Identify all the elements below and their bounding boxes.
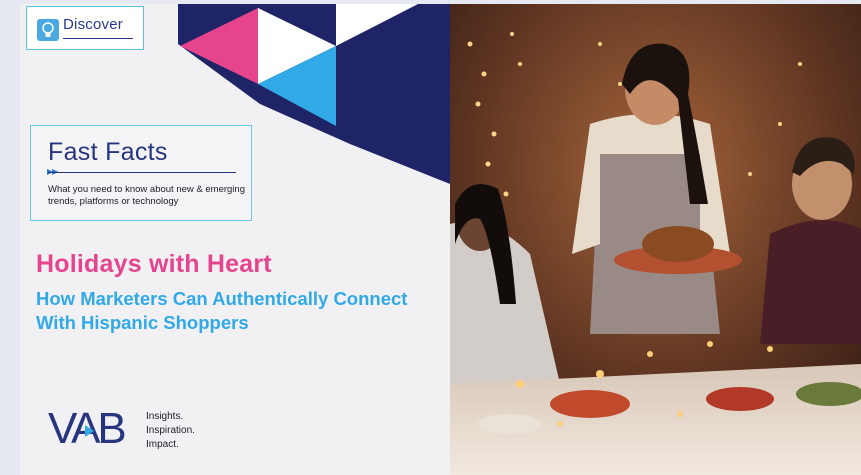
fast-facts-rule — [48, 172, 236, 173]
fast-facts-box: Fast Facts ▶▶ What you need to know abou… — [30, 125, 252, 221]
play-triangle-icon — [85, 425, 94, 437]
fast-facts-title: Fast Facts — [48, 138, 168, 166]
tagline-insights: Insights. — [146, 411, 184, 422]
tagline-impact: Impact. — [146, 439, 179, 450]
tagline-inspiration: Inspiration. — [146, 425, 195, 436]
holiday-dinner-photo — [450, 4, 861, 475]
headline-subtitle: How Marketers Can Authentically Connect … — [36, 288, 408, 333]
vab-tagline: Insights. Inspiration. Impact. — [146, 410, 195, 452]
fast-facts-description: What you need to know about new & emergi… — [48, 184, 245, 207]
man-shirt — [760, 220, 861, 344]
headline-title: Holidays with Heart — [36, 250, 272, 278]
roast-turkey — [642, 226, 714, 262]
presentation-slide: Discover Fast Facts ▶▶ What you need to … — [20, 4, 861, 475]
